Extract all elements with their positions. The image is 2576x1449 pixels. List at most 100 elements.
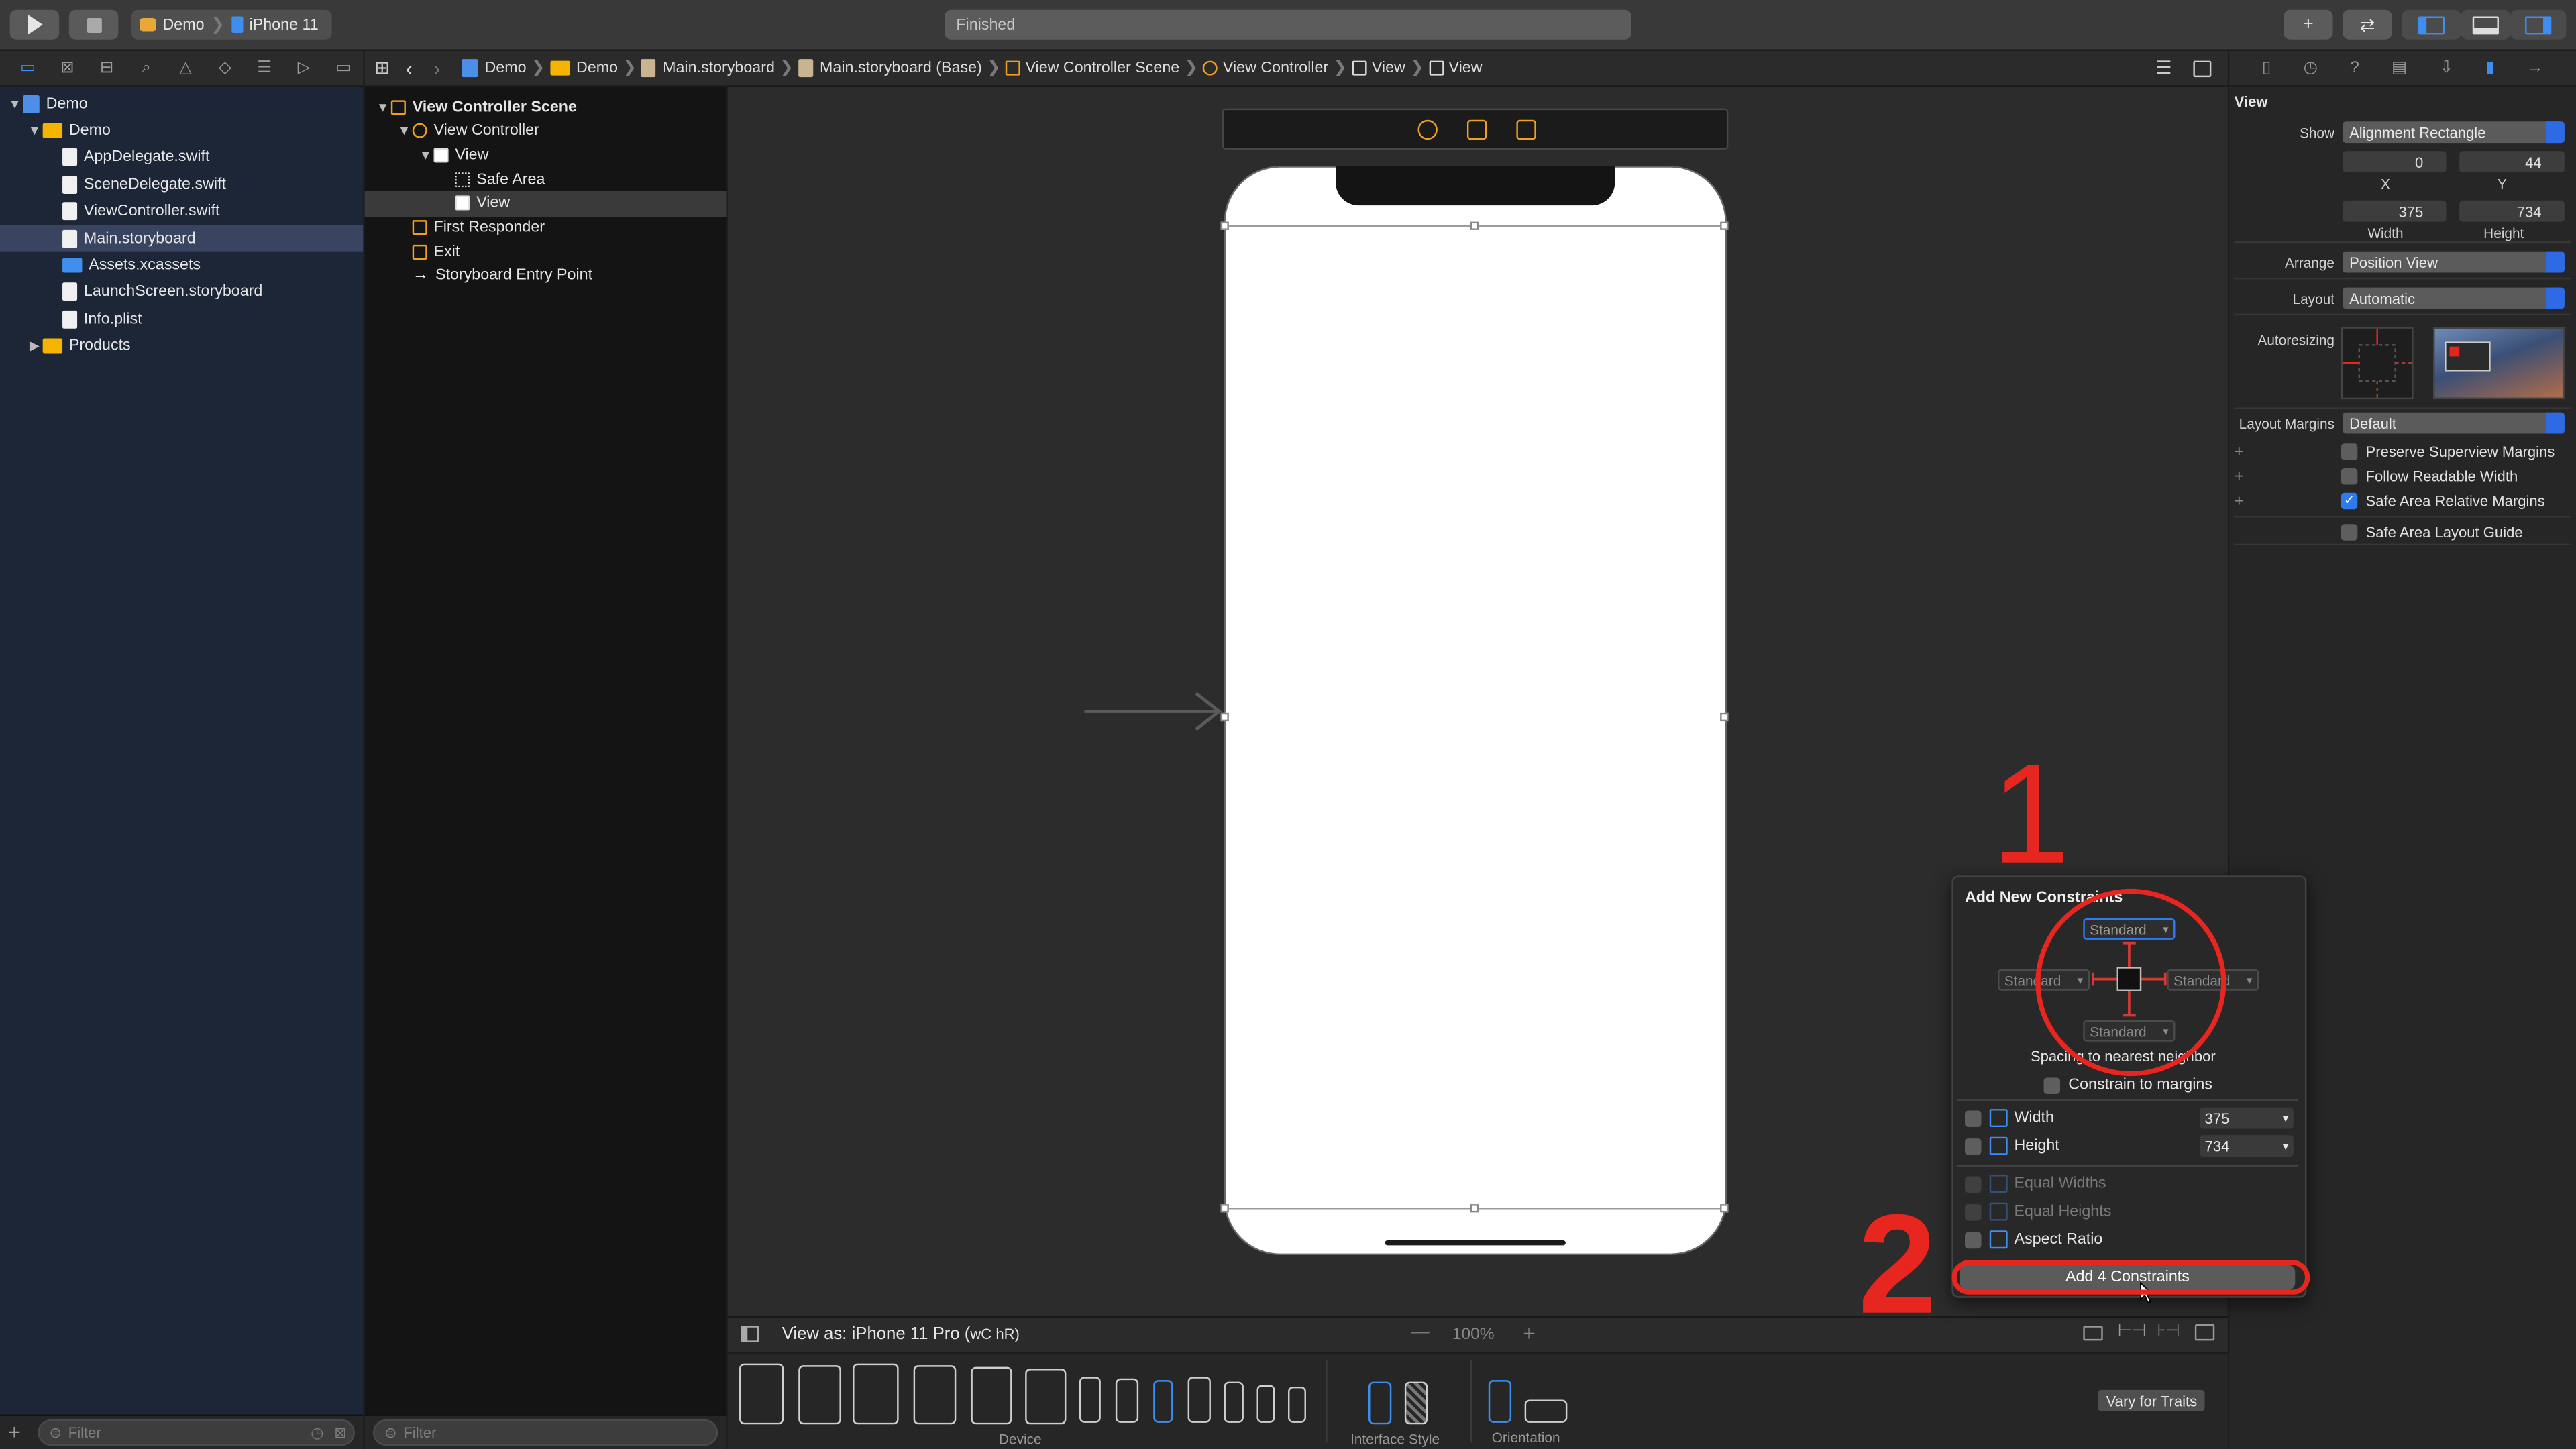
inspector-checkbox[interactable]: Follow Readable Width bbox=[2341, 468, 2518, 485]
x-field[interactable]: 0 bbox=[2343, 151, 2447, 173]
breadcrumb-item[interactable]: View bbox=[1429, 59, 1482, 77]
arrange-popup[interactable]: Position View bbox=[2343, 251, 2565, 273]
resize-handle[interactable] bbox=[1220, 712, 1229, 722]
breadcrumb-item[interactable]: Main.storyboard (Base) bbox=[798, 59, 982, 78]
disclosure-open-icon[interactable]: ▼ bbox=[417, 148, 433, 162]
diamond-navigator-icon[interactable]: ◇ bbox=[205, 59, 245, 77]
disclosure-open-icon[interactable]: ▼ bbox=[396, 123, 412, 138]
add-variation-icon[interactable]: + bbox=[2235, 493, 2244, 511]
split-editor-icon[interactable] bbox=[2193, 60, 2212, 76]
stop-button[interactable] bbox=[68, 9, 119, 40]
add-variation-icon[interactable]: + bbox=[2235, 468, 2244, 486]
width-constraint-field[interactable]: 375 ▾ bbox=[2200, 1107, 2294, 1129]
hierarchy-navigator-icon[interactable]: ⊟ bbox=[87, 59, 127, 77]
height-constraint-checkbox[interactable]: Height bbox=[1965, 1136, 2059, 1155]
resize-handle[interactable] bbox=[1220, 1204, 1229, 1213]
breadcrumb-item[interactable]: Main.storyboard bbox=[641, 59, 775, 78]
outline-item[interactable]: View bbox=[364, 190, 727, 217]
scheme-selector[interactable]: Demo ❯ iPhone 11 bbox=[131, 9, 332, 40]
device-iphone-11-pro-max[interactable] bbox=[1079, 1377, 1101, 1423]
equal-heights-checkbox[interactable]: Equal Heights bbox=[1965, 1202, 2111, 1221]
recent-files-icon[interactable]: ◷ bbox=[311, 1424, 323, 1442]
breadcrumb-item[interactable]: View Controller Scene bbox=[1006, 59, 1179, 77]
zoom-level[interactable]: 100% bbox=[1452, 1326, 1495, 1344]
y-field[interactable]: 44 bbox=[2459, 151, 2565, 173]
navigator-item[interactable]: ▼ Demo bbox=[0, 91, 363, 117]
resize-handle[interactable] bbox=[1720, 1204, 1729, 1213]
code-review-button[interactable]: ⇄ bbox=[2343, 9, 2392, 40]
disclosure-open-icon[interactable]: ▼ bbox=[7, 96, 23, 111]
device-iphone-11[interactable] bbox=[1115, 1378, 1139, 1423]
resize-handle[interactable] bbox=[1470, 221, 1479, 230]
update-frames-icon[interactable] bbox=[2083, 1326, 2103, 1341]
outline-item[interactable]: ▼ View bbox=[365, 142, 727, 168]
navigator-item[interactable]: ▼ Demo bbox=[0, 117, 363, 144]
hide-outline-icon[interactable] bbox=[741, 1326, 759, 1342]
width-field[interactable]: 375 bbox=[2343, 200, 2447, 222]
breadcrumb-item[interactable]: Demo bbox=[462, 59, 527, 78]
resolve-issues-icon[interactable] bbox=[2194, 1324, 2215, 1341]
inspector-checkbox[interactable]: Safe Area Layout Guide bbox=[2341, 524, 2523, 541]
show-popup[interactable]: Alignment Rectangle bbox=[2343, 121, 2565, 144]
resize-handle[interactable] bbox=[1470, 1204, 1479, 1213]
layout-margins-popup[interactable]: Default bbox=[2343, 412, 2565, 434]
connections-inspector-icon[interactable]: → bbox=[2527, 59, 2543, 77]
device-iphone-11-pro[interactable] bbox=[1153, 1380, 1173, 1423]
navigator-item[interactable]: SceneDelegate.swift bbox=[0, 171, 363, 197]
forward-button[interactable]: › bbox=[434, 56, 457, 79]
grid-icon[interactable]: ⊞ bbox=[374, 58, 400, 78]
navigator-item[interactable]: Info.plist bbox=[0, 306, 363, 332]
add-constraints-icon[interactable]: ⊦⊣ bbox=[2157, 1322, 2180, 1340]
view-controller-icon[interactable] bbox=[1417, 119, 1438, 140]
breadcrumb-item[interactable]: View bbox=[1352, 59, 1405, 77]
device-iphone-8[interactable] bbox=[1224, 1381, 1244, 1423]
warning-navigator-icon[interactable]: △ bbox=[166, 59, 205, 77]
vary-for-traits-button[interactable]: Vary for Traits bbox=[2098, 1389, 2206, 1411]
resize-handle[interactable] bbox=[1720, 221, 1729, 230]
autoresizing-mask-control[interactable] bbox=[2341, 327, 2416, 401]
height-field[interactable]: 734 bbox=[2459, 200, 2565, 222]
list-navigator-icon[interactable]: ☰ bbox=[245, 59, 284, 77]
history-inspector-icon[interactable]: ◷ bbox=[2304, 59, 2318, 77]
folder-navigator-icon[interactable]: ▭ bbox=[8, 59, 48, 77]
outline-item[interactable]: ▼ View Controller Scene bbox=[365, 94, 727, 120]
navigator-item[interactable]: Assets.xcassets bbox=[0, 252, 363, 278]
resize-handle[interactable] bbox=[1220, 221, 1229, 230]
aspect-ratio-checkbox[interactable]: Aspect Ratio bbox=[1965, 1230, 2102, 1249]
back-button[interactable]: ‹ bbox=[406, 56, 429, 79]
inspector-checkbox[interactable]: Preserve Superview Margins bbox=[2341, 443, 2555, 460]
navigator-item[interactable]: ViewController.swift bbox=[0, 198, 363, 224]
size-inspector-icon[interactable]: ▮ bbox=[2485, 59, 2495, 77]
navigator-item[interactable]: LaunchScreen.storyboard bbox=[0, 279, 363, 305]
x-navigator-icon[interactable]: ⊠ bbox=[48, 59, 87, 77]
orientation-landscape[interactable] bbox=[1524, 1399, 1568, 1423]
exit-icon[interactable] bbox=[1516, 119, 1536, 140]
device-iphone-4s[interactable] bbox=[1288, 1386, 1306, 1423]
device-ipad-mini[interactable] bbox=[1025, 1368, 1067, 1425]
device-ipad-pro-10-5[interactable] bbox=[853, 1363, 899, 1425]
add-file-icon[interactable]: + bbox=[8, 1419, 21, 1444]
breadcrumb-item[interactable]: View Controller bbox=[1203, 59, 1328, 77]
outline-item[interactable]: First Responder bbox=[365, 215, 727, 241]
width-constraint-checkbox[interactable]: Width bbox=[1965, 1109, 2054, 1128]
zoom-out-button[interactable]: — bbox=[1411, 1322, 1430, 1342]
add-variation-icon[interactable]: + bbox=[2235, 443, 2244, 462]
tag-navigator-icon[interactable]: ▷ bbox=[284, 59, 324, 77]
toggle-debug-button[interactable] bbox=[2461, 9, 2511, 40]
library-button[interactable]: + bbox=[2284, 9, 2333, 40]
comment-navigator-icon[interactable]: ▭ bbox=[323, 59, 363, 77]
device-ipad-pro-11[interactable] bbox=[798, 1365, 841, 1425]
disclosure-open-icon[interactable]: ▼ bbox=[26, 123, 42, 138]
view-as-device-button[interactable]: View as: iPhone 11 Pro (wC hR) bbox=[782, 1324, 1020, 1344]
search-navigator-icon[interactable]: ⌕ bbox=[127, 59, 166, 77]
first-responder-icon[interactable] bbox=[1466, 119, 1487, 140]
editor-options-icon[interactable]: ☰ bbox=[2155, 58, 2171, 78]
scm-filter-icon[interactable]: ⊠ bbox=[334, 1424, 346, 1442]
outline-item[interactable]: Exit bbox=[365, 239, 727, 265]
navigator-item[interactable]: Main.storyboard bbox=[0, 225, 364, 252]
inspector-checkbox[interactable]: ✓ Safe Area Relative Margins bbox=[2341, 492, 2545, 510]
device-ipad[interactable] bbox=[971, 1366, 1012, 1425]
align-icon[interactable]: ⊢⊣ bbox=[2118, 1322, 2147, 1340]
navigator-filter-input[interactable]: ⊜ Filter ◷ ⊠ bbox=[38, 1419, 355, 1446]
disclosure-closed-icon[interactable]: ▶ bbox=[26, 339, 42, 354]
